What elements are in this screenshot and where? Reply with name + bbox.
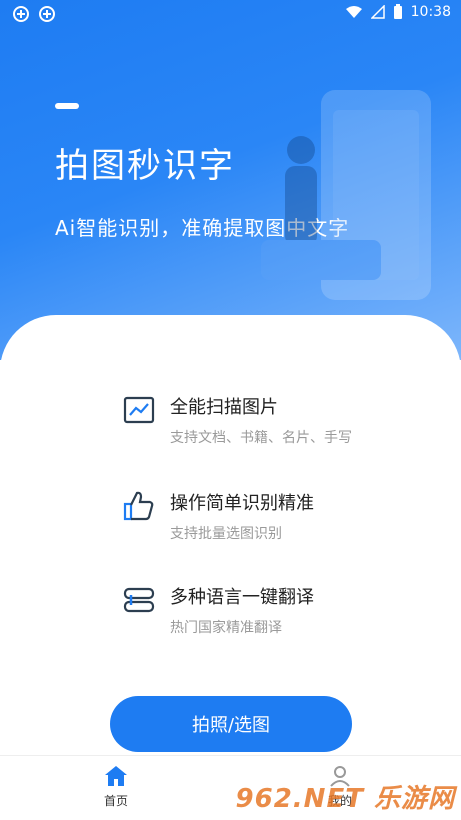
- tab-home[interactable]: 首页: [76, 764, 156, 809]
- home-icon: [105, 766, 127, 786]
- title-dash: [55, 103, 79, 109]
- feature-title: 全能扫描图片: [170, 397, 278, 418]
- feature-title: 多种语言一键翻译: [170, 587, 314, 608]
- wifi-icon: [345, 6, 362, 18]
- status-time: 10:38: [410, 4, 451, 20]
- feature-title: 操作简单识别精准: [170, 493, 314, 514]
- feature-scan: 全能扫描图片 支持文档、书籍、名片、手写: [122, 395, 352, 447]
- status-bar: 10:38: [0, 0, 461, 28]
- thumbs-up-icon: [123, 491, 154, 521]
- hero-banner: 10:38 拍图秒识字 Ai智能识别，准确提取图中文字: [0, 0, 461, 360]
- site-watermark: 962.NET 乐游网: [235, 784, 455, 814]
- features-card: 全能扫描图片 支持文档、书籍、名片、手写 操作简单识别精准 支持批量选图识别 多…: [0, 315, 461, 755]
- feature-desc: 支持批量选图识别: [170, 526, 282, 542]
- battery-icon: [393, 4, 402, 19]
- camera-select-button[interactable]: 拍照/选图: [110, 696, 352, 752]
- signal-icon: [370, 5, 385, 19]
- hero-title: 拍图秒识字: [55, 146, 235, 186]
- feature-translate: 多种语言一键翻译 热门国家精准翻译: [122, 585, 314, 637]
- feature-desc: 热门国家精准翻译: [170, 620, 282, 636]
- image-scan-icon: [123, 396, 155, 424]
- feature-desc: 支持文档、书籍、名片、手写: [170, 430, 352, 446]
- notification-icon: [13, 6, 29, 22]
- notification-icon: [39, 6, 55, 22]
- phone-illustration: [261, 90, 431, 300]
- feature-accuracy: 操作简单识别精准 支持批量选图识别: [122, 491, 314, 543]
- tab-label: 首页: [103, 794, 128, 808]
- translate-icon: [123, 587, 155, 613]
